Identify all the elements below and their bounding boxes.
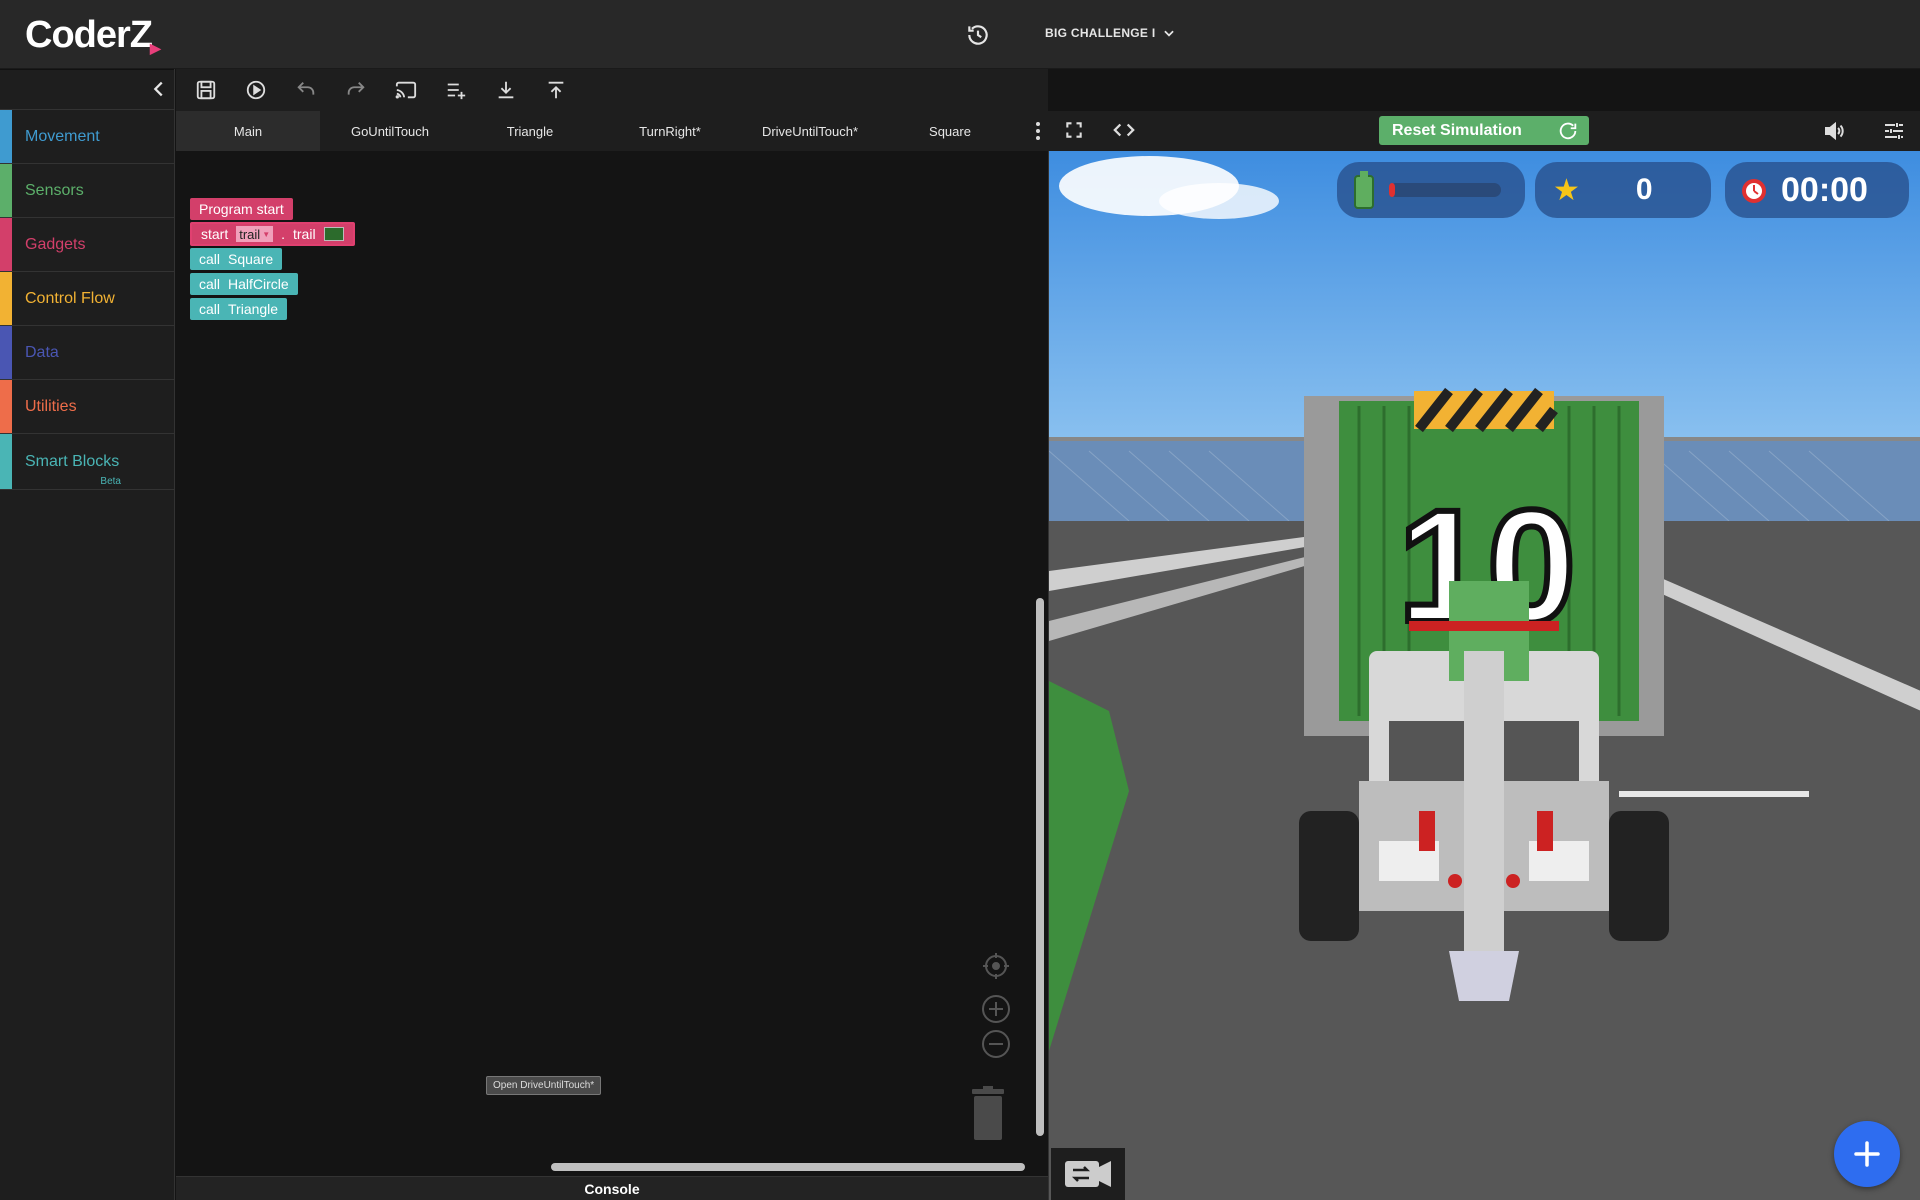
code-icon[interactable] — [1112, 119, 1136, 146]
category-utilities[interactable]: Utilities — [0, 380, 174, 434]
call-triangle-block[interactable]: call Triangle — [190, 298, 288, 320]
plus-icon — [1854, 1141, 1880, 1167]
call-target: Triangle — [228, 301, 279, 317]
call-target: HalfCircle — [228, 276, 289, 292]
category-movement[interactable]: Movement — [0, 110, 174, 164]
simulation-viewport[interactable]: 10 ★ 0 00:00 — [1048, 151, 1920, 1200]
tab-gountiltouch[interactable]: GoUntilTouch — [320, 111, 460, 151]
trail-dropdown-value: trail — [239, 226, 261, 242]
category-color-bar — [0, 164, 12, 217]
tab-triangle[interactable]: Triangle — [460, 111, 600, 151]
tab-main[interactable]: Main — [176, 111, 320, 151]
category-label: Sensors — [25, 181, 84, 199]
volume-icon[interactable] — [1822, 119, 1846, 148]
call-square-block[interactable]: call Square — [190, 248, 283, 270]
undo-icon[interactable] — [293, 77, 319, 103]
collapse-left-icon[interactable] — [148, 78, 170, 100]
download-icon[interactable] — [493, 77, 519, 103]
add-floating-button[interactable] — [1834, 1121, 1900, 1187]
star-icon: ★ — [1553, 173, 1580, 207]
blocks-workspace[interactable]: Program start start trail ▼ . trail call … — [176, 151, 1048, 1176]
call-label: call — [199, 276, 221, 292]
challenge-title: BIG CHALLENGE I — [1045, 26, 1156, 40]
camera-switch-icon — [1065, 1161, 1111, 1187]
trail-label: trail — [293, 226, 316, 242]
category-label: Movement — [25, 127, 100, 145]
timer-value: 00:00 — [1781, 170, 1868, 209]
timer-icon — [1742, 179, 1766, 203]
top-bar: CoderZ▶ BIG CHALLENGE I — [0, 0, 1920, 69]
category-label: Data — [25, 343, 59, 361]
trail-color-swatch[interactable] — [323, 227, 344, 241]
tab-tooltip: Open DriveUntilTouch* — [486, 1076, 602, 1095]
coderz-logo[interactable]: CoderZ▶ — [25, 14, 161, 57]
workspace-vertical-scrollbar[interactable] — [1036, 598, 1044, 1136]
recenter-icon[interactable] — [981, 951, 1011, 981]
call-halfcircle-block[interactable]: call HalfCircle — [190, 273, 298, 295]
more-vertical-icon[interactable] — [1028, 119, 1048, 143]
block-categories-sidebar: Movement Sensors Gadgets Control Flow Data Ut… — [0, 69, 175, 1200]
category-color-bar — [0, 110, 12, 163]
upload-icon[interactable] — [543, 77, 569, 103]
program-tabs: Main GoUntilTouch Triangle TurnRight* Dr… — [176, 111, 1048, 151]
simulation-scene: 10 — [1049, 151, 1920, 1200]
category-label: Utilities — [25, 397, 77, 415]
console-toggle[interactable]: Console — [176, 1176, 1048, 1200]
reset-simulation-button[interactable]: Reset Simulation — [1379, 116, 1589, 145]
energy-bar-fill — [1389, 183, 1395, 197]
zoom-out-icon[interactable] — [981, 1029, 1011, 1059]
chevron-down-icon: ▼ — [262, 229, 271, 239]
program-start-label: Program start — [199, 201, 284, 217]
add-list-icon[interactable] — [443, 77, 469, 103]
stars-hud: ★ 0 — [1535, 162, 1711, 218]
tab-square[interactable]: Square — [880, 111, 1020, 151]
refresh-icon — [1559, 122, 1577, 140]
tab-driveuntiltouch[interactable]: DriveUntilTouch* — [740, 111, 880, 151]
category-color-bar — [0, 434, 12, 489]
play-icon[interactable] — [243, 77, 269, 103]
category-smart-blocks[interactable]: Smart Blocks Beta — [0, 434, 174, 490]
tab-turnright[interactable]: TurnRight* — [600, 111, 740, 151]
history-icon[interactable] — [965, 22, 991, 48]
save-icon[interactable] — [193, 77, 219, 103]
category-label: Gadgets — [25, 235, 86, 253]
workspace-horizontal-scrollbar[interactable] — [551, 1163, 1025, 1171]
dot-label: . — [281, 226, 285, 242]
trail-dropdown[interactable]: trail ▼ — [236, 226, 274, 242]
category-label: Smart Blocks — [25, 452, 120, 470]
timer-hud: 00:00 — [1725, 162, 1909, 218]
category-color-bar — [0, 272, 12, 325]
cast-icon[interactable] — [393, 77, 419, 103]
trash-icon[interactable] — [968, 1086, 1008, 1142]
category-data[interactable]: Data — [0, 326, 174, 380]
category-control-flow[interactable]: Control Flow — [0, 272, 174, 326]
beta-badge: Beta — [100, 476, 121, 487]
start-trail-block[interactable]: start trail ▼ . trail — [190, 222, 355, 246]
category-sensors[interactable]: Sensors — [0, 164, 174, 218]
category-color-bar — [0, 326, 12, 379]
energy-bar — [1389, 183, 1501, 197]
zoom-in-icon[interactable] — [981, 994, 1011, 1024]
start-label: start — [201, 226, 229, 242]
call-label: call — [199, 251, 221, 267]
category-color-bar — [0, 218, 12, 271]
category-color-bar — [0, 380, 12, 433]
call-target: Square — [228, 251, 274, 267]
challenge-selector[interactable]: BIG CHALLENGE I — [1045, 26, 1176, 40]
energy-hud — [1337, 162, 1525, 218]
reset-simulation-label: Reset Simulation — [1392, 121, 1522, 139]
redo-icon[interactable] — [343, 77, 369, 103]
category-gadgets[interactable]: Gadgets — [0, 218, 174, 272]
settings-sliders-icon[interactable] — [1882, 119, 1906, 148]
battery-icon — [1354, 171, 1374, 209]
call-label: call — [199, 301, 221, 317]
editor-toolbar — [176, 69, 1048, 111]
camera-switch-button[interactable] — [1051, 1148, 1125, 1200]
fullscreen-icon[interactable] — [1064, 120, 1084, 145]
chevron-down-icon — [1163, 30, 1174, 37]
stars-count: 0 — [1635, 173, 1653, 206]
category-label: Control Flow — [25, 289, 115, 307]
program-start-block[interactable]: Program start — [190, 198, 293, 220]
sidebar-header — [0, 69, 174, 110]
